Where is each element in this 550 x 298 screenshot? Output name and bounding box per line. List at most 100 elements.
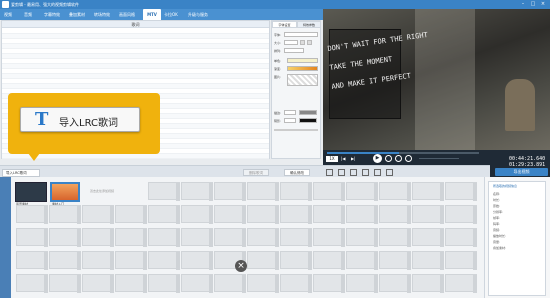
tool-icon-6[interactable] (386, 169, 393, 176)
tool-icon-1[interactable] (326, 169, 333, 176)
empty-clip-slot[interactable] (379, 251, 411, 270)
clip-1[interactable] (15, 182, 47, 202)
empty-clip-slot[interactable] (115, 274, 147, 293)
empty-clip-slot[interactable] (313, 251, 345, 270)
empty-clip-slot[interactable] (346, 251, 378, 270)
empty-clip-slot[interactable] (247, 251, 279, 270)
image-swatch[interactable] (287, 74, 318, 86)
empty-clip-slot[interactable] (445, 274, 477, 293)
stroke-input[interactable] (284, 110, 296, 115)
tool-icon-3[interactable] (350, 169, 357, 176)
empty-clip-slot[interactable] (379, 205, 411, 224)
empty-clip-slot[interactable] (148, 251, 180, 270)
empty-clip-slot[interactable] (346, 274, 378, 293)
empty-clip-slot[interactable] (313, 274, 345, 293)
empty-clip-slot[interactable] (49, 251, 81, 270)
solid-color-swatch[interactable] (287, 58, 318, 63)
import-lrc-button[interactable]: T 导入LRC歌词 (20, 107, 140, 132)
empty-clip-slot[interactable] (379, 274, 411, 293)
empty-clip-slot[interactable] (280, 251, 312, 270)
empty-clip-slot[interactable] (313, 205, 345, 224)
empty-clip-slot[interactable] (412, 182, 444, 201)
empty-clip-slot[interactable] (181, 228, 213, 247)
gradient-swatch[interactable] (287, 66, 318, 71)
empty-clip-slot[interactable] (346, 205, 378, 224)
forward-icon[interactable] (395, 155, 402, 162)
empty-clip-slot[interactable] (247, 228, 279, 247)
empty-clip-slot[interactable] (181, 251, 213, 270)
opacity-slider[interactable] (274, 129, 318, 131)
menu-overlay[interactable]: 叠加素材 (69, 9, 91, 20)
menu-subtitle[interactable]: 字幕特效 (44, 9, 66, 20)
empty-clip-slot[interactable] (49, 274, 81, 293)
empty-clip-slot[interactable] (280, 228, 312, 247)
font-select[interactable] (284, 32, 318, 37)
arrange-select[interactable] (284, 48, 304, 53)
empty-clip-slot[interactable] (181, 182, 213, 201)
empty-clip-slot[interactable] (280, 182, 312, 201)
bold-button[interactable] (300, 40, 305, 45)
empty-clip-slot[interactable] (379, 228, 411, 247)
empty-clip-slot[interactable] (148, 205, 180, 224)
empty-clip-slot[interactable] (82, 251, 114, 270)
empty-clip-slot[interactable] (346, 182, 378, 201)
empty-clip-slot[interactable] (214, 274, 246, 293)
menu-audio[interactable]: 音频 (24, 9, 40, 20)
empty-clip-slot[interactable] (445, 205, 477, 224)
empty-clip-slot[interactable] (49, 228, 81, 247)
tool-icon-2[interactable] (338, 169, 345, 176)
next-frame-icon[interactable]: ▶| (351, 156, 357, 162)
empty-clip-slot[interactable] (247, 205, 279, 224)
empty-clip-slot[interactable] (313, 182, 345, 201)
size-input[interactable] (284, 40, 298, 45)
empty-clip-slot[interactable] (82, 205, 114, 224)
empty-clip-slot[interactable] (412, 274, 444, 293)
menu-style[interactable]: 画面风格 (119, 9, 141, 20)
empty-clip-slot[interactable] (16, 228, 48, 247)
menu-upgrade[interactable]: 升级与服务 (188, 9, 216, 20)
shadow-color[interactable] (299, 118, 317, 123)
menu-transition[interactable]: 转场特效 (94, 9, 116, 20)
empty-clip-slot[interactable] (181, 274, 213, 293)
empty-clip-slot[interactable] (379, 182, 411, 201)
lyric-row[interactable] (2, 154, 269, 159)
empty-clip-slot[interactable] (148, 274, 180, 293)
tab-effect-params[interactable]: 特效参数 (297, 21, 321, 28)
empty-clip-slot[interactable] (445, 182, 477, 201)
clip-2[interactable] (50, 182, 80, 202)
delete-lyric-button[interactable]: 删除歌词 (243, 169, 269, 176)
empty-clip-slot[interactable] (115, 205, 147, 224)
empty-clip-slot[interactable] (346, 228, 378, 247)
export-button[interactable]: 导出视频 (495, 168, 548, 176)
confirm-button[interactable]: 确认修改 (284, 169, 310, 176)
stop-icon[interactable] (405, 155, 412, 162)
empty-clip-slot[interactable] (280, 274, 312, 293)
empty-clip-slot[interactable] (280, 205, 312, 224)
play-icon[interactable]: ▶ (373, 154, 382, 163)
empty-clip-slot[interactable] (214, 205, 246, 224)
empty-clip-slot[interactable] (247, 182, 279, 201)
menu-video[interactable]: 视频 (4, 9, 20, 20)
speed-select[interactable]: 1X (326, 156, 338, 162)
minimize-icon[interactable]: – (520, 1, 526, 7)
empty-clip-slot[interactable] (16, 205, 48, 224)
rewind-icon[interactable] (385, 155, 392, 162)
empty-clip-slot[interactable] (214, 228, 246, 247)
empty-clip-slot[interactable] (16, 274, 48, 293)
empty-clip-slot[interactable] (181, 205, 213, 224)
volume-slider[interactable] (419, 158, 459, 159)
tool-icon-5[interactable] (374, 169, 381, 176)
empty-clip-slot[interactable] (49, 205, 81, 224)
empty-clip-slot[interactable] (313, 228, 345, 247)
empty-clip-slot[interactable] (148, 182, 180, 201)
empty-clip-slot[interactable] (82, 274, 114, 293)
remove-icon[interactable]: × (235, 260, 247, 272)
stroke-color[interactable] (299, 110, 317, 115)
tab-font-settings[interactable]: 字体设置 (272, 21, 297, 28)
empty-clip-slot[interactable] (115, 228, 147, 247)
menu-karaoke[interactable]: 卡拉OK (164, 9, 186, 20)
empty-clip-slot[interactable] (445, 228, 477, 247)
empty-clip-slot[interactable] (16, 251, 48, 270)
italic-button[interactable] (307, 40, 312, 45)
empty-clip-slot[interactable] (82, 228, 114, 247)
